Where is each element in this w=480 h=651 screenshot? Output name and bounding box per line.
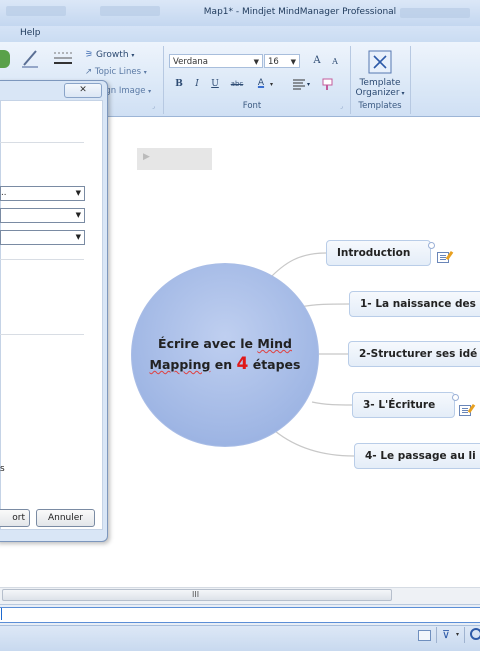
growth-icon: ⚞	[85, 50, 94, 60]
font-name-combo[interactable]: Verdana ▼	[169, 54, 263, 68]
status-separator	[464, 627, 465, 643]
topic-4-passage[interactable]: 4- Le passage au li	[354, 443, 480, 469]
grow-font-button[interactable]: A	[310, 55, 324, 66]
topic-collapse-knob[interactable]	[428, 242, 435, 249]
dialog-launcher-icon[interactable]: ⌟	[152, 103, 155, 110]
align-icon[interactable]	[291, 78, 307, 90]
dialog-combo-2[interactable]: ▼	[0, 208, 85, 223]
ribbon-separator	[163, 46, 164, 114]
line-style-icon[interactable]	[52, 48, 74, 70]
topic-introduction[interactable]: Introduction	[326, 240, 431, 266]
pen-icon[interactable]	[20, 48, 40, 68]
growth-button[interactable]: ⚞ Growth ▾	[85, 50, 134, 60]
font-dialog-launcher-icon[interactable]: ⌟	[340, 103, 343, 110]
view-icon[interactable]	[418, 630, 431, 641]
align-dropdown-icon[interactable]: ▾	[307, 81, 310, 88]
note-icon[interactable]	[437, 252, 449, 263]
central-topic-text: Écrire avec le Mind Mapping en 4 étapes	[149, 336, 301, 374]
template-organizer-button[interactable]: Template Organizer ▾	[353, 78, 407, 99]
status-bar	[0, 625, 480, 651]
zoom-icon[interactable]	[470, 628, 480, 640]
topic-1-naissance[interactable]: 1- La naissance des	[349, 291, 480, 317]
dialog-side-letter: s	[0, 464, 5, 474]
dialog-body	[0, 100, 103, 530]
underline-button[interactable]: U	[208, 79, 222, 89]
report-button[interactable]: ort	[0, 509, 30, 527]
status-separator	[436, 627, 437, 643]
dialog-combo-1[interactable]: .. ▼	[0, 186, 85, 201]
divider	[0, 259, 84, 260]
filter-dropdown-icon[interactable]: ▾	[456, 631, 459, 638]
italic-button[interactable]: I	[190, 79, 204, 89]
topic-2-structurer[interactable]: 2-Structurer ses idé	[348, 341, 480, 367]
strikethrough-button[interactable]: abc	[228, 80, 246, 88]
text-caret	[1, 608, 2, 620]
topic-3-ecriture[interactable]: 3- L'Écriture	[352, 392, 455, 418]
ribbon-tab-row	[0, 26, 480, 42]
ribbon-separator	[350, 46, 351, 114]
bold-button[interactable]: B	[172, 79, 186, 89]
topic-shape-icon[interactable]	[0, 50, 10, 68]
dialog-close-button[interactable]: ✕	[64, 83, 102, 98]
topic-lines-button[interactable]: ↗ Topic Lines ▾	[85, 67, 147, 77]
divider	[0, 334, 84, 335]
font-group-label: Font	[242, 101, 262, 111]
topic-lines-icon: ↗	[85, 67, 93, 77]
ribbon-separator	[410, 46, 411, 114]
divider	[0, 142, 84, 143]
template-organizer-icon[interactable]	[368, 50, 392, 74]
cancel-button[interactable]: Annuler	[36, 509, 95, 527]
templates-group-label: Templates	[358, 101, 402, 111]
window-controls-blur	[400, 8, 470, 18]
font-size-combo[interactable]: 16 ▼	[264, 54, 300, 68]
align-image-button[interactable]: ign Image ▾	[103, 86, 151, 96]
font-color-button[interactable]: A	[254, 78, 268, 88]
shrink-font-button[interactable]: A	[328, 57, 342, 66]
scrollbar-grip: III	[192, 590, 200, 599]
filter-icon[interactable]: ⊽	[442, 628, 450, 641]
tab-help[interactable]: Help	[20, 28, 41, 38]
note-icon[interactable]	[459, 405, 471, 416]
font-color-dropdown-icon[interactable]: ▾	[270, 81, 273, 88]
search-input[interactable]	[0, 607, 480, 623]
topic-collapse-knob[interactable]	[452, 394, 459, 401]
dialog-combo-3[interactable]: ▼	[0, 230, 85, 245]
format-painter-icon[interactable]	[320, 77, 336, 91]
